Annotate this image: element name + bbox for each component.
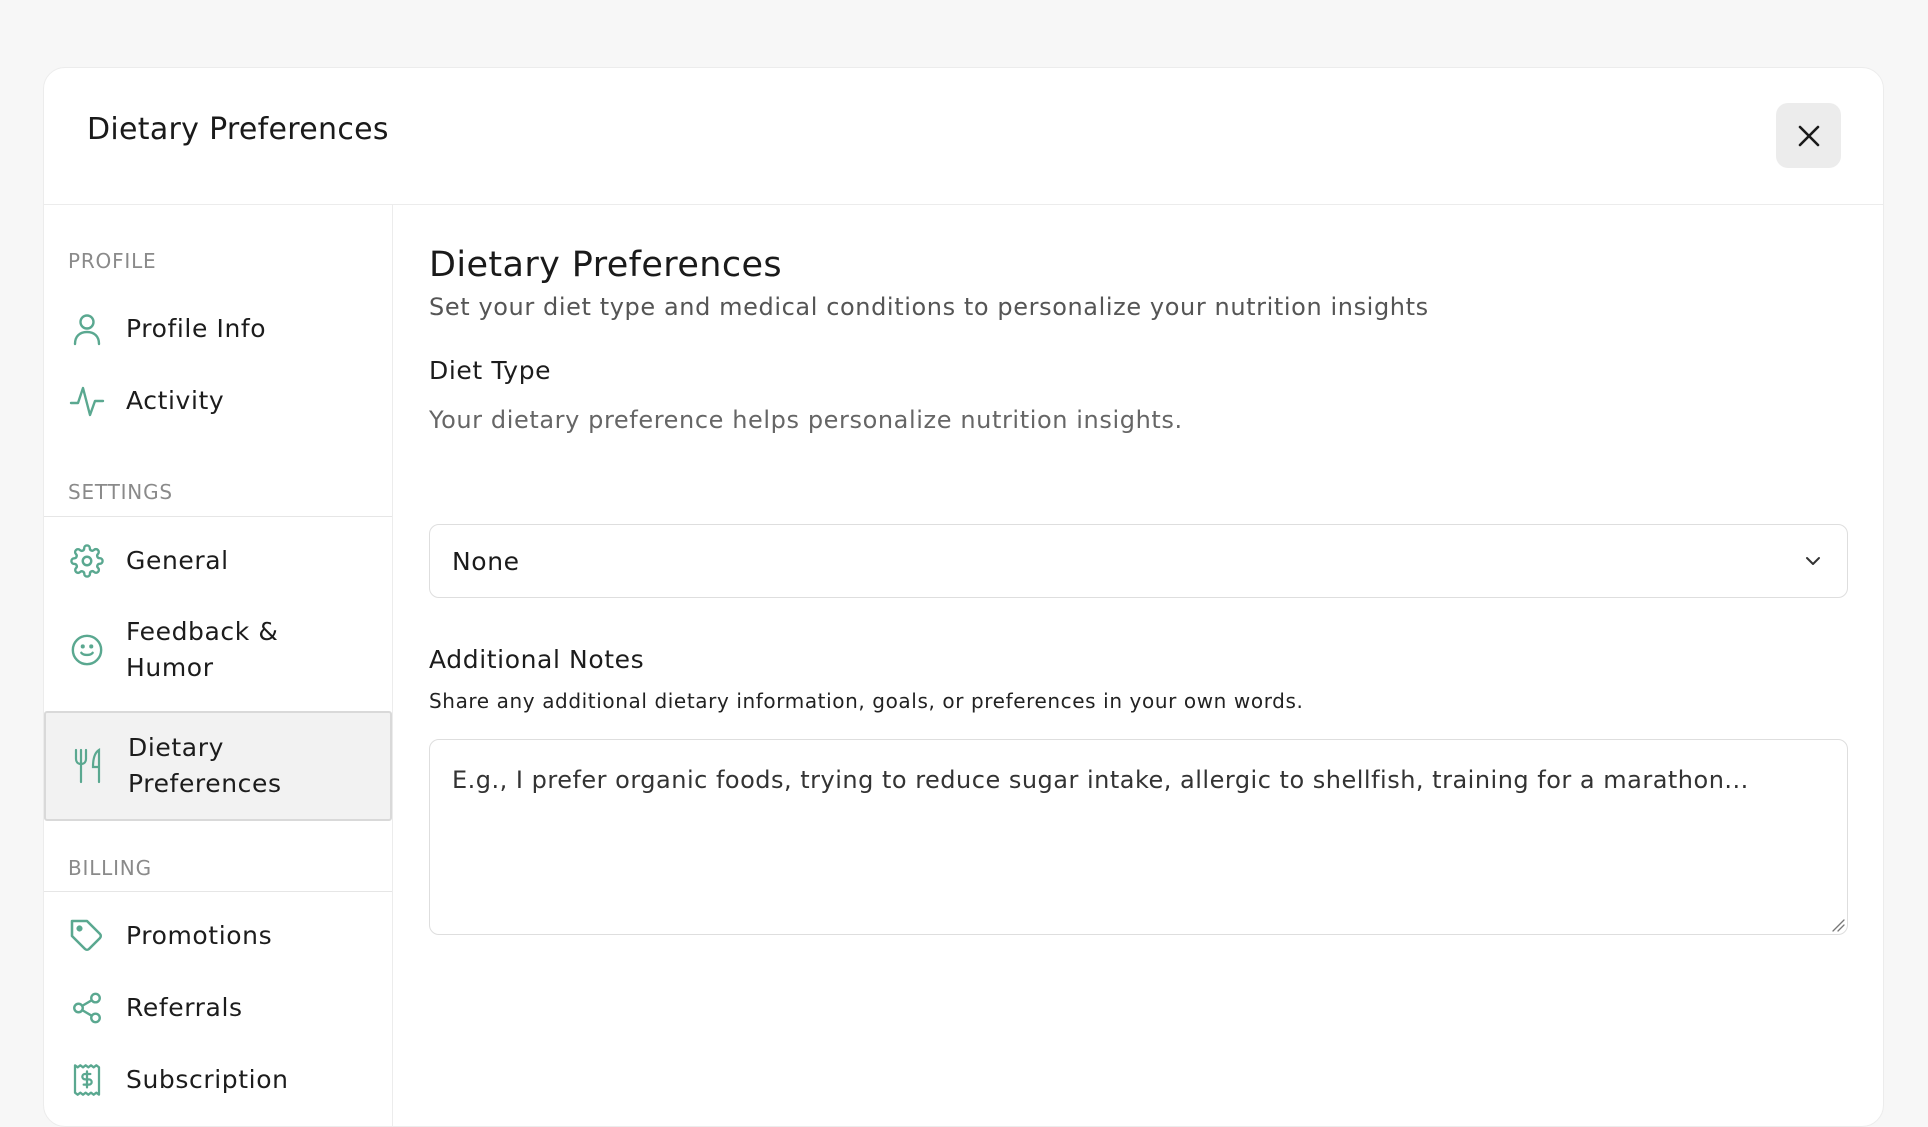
sidebar-item-profile-info[interactable]: Profile Info — [44, 303, 392, 355]
sidebar-divider — [44, 891, 392, 892]
receipt-dollar-icon — [69, 1062, 105, 1098]
sidebar-item-feedback-humor[interactable]: Feedback & Humor — [44, 605, 392, 695]
sidebar-item-label: Profile Info — [126, 314, 267, 343]
sidebar-item-general[interactable]: General — [44, 535, 392, 587]
sidebar-item-label: Dietary Preferences — [128, 733, 282, 798]
sidebar-group-profile-label: PROFILE — [68, 249, 157, 273]
content-panel: Dietary Preferences Set your diet type a… — [429, 205, 1848, 1126]
diet-type-help: Your dietary preference helps personaliz… — [429, 406, 1183, 434]
sidebar-group-settings-label: SETTINGS — [68, 480, 173, 504]
additional-notes-help: Share any additional dietary information… — [429, 689, 1304, 713]
additional-notes-textarea[interactable]: E.g., I prefer organic foods, trying to … — [429, 739, 1848, 935]
additional-notes-placeholder: E.g., I prefer organic foods, trying to … — [452, 766, 1749, 794]
sidebar-item-referrals[interactable]: Referrals — [44, 982, 392, 1034]
modal-title: Dietary Preferences — [87, 112, 389, 147]
sidebar-item-label: Feedback & Humor — [126, 617, 279, 682]
close-icon — [1798, 125, 1819, 146]
sidebar-item-activity[interactable]: Activity — [44, 375, 392, 427]
sidebar-item-label: Subscription — [126, 1065, 289, 1094]
sidebar-divider — [44, 516, 392, 517]
close-button[interactable] — [1776, 103, 1841, 168]
gear-icon — [69, 543, 105, 579]
diet-type-select[interactable]: None — [429, 524, 1848, 598]
page-title: Dietary Preferences — [429, 245, 783, 285]
user-icon — [69, 311, 105, 347]
modal-header: Dietary Preferences — [44, 68, 1883, 205]
diet-type-selected-value: None — [452, 546, 520, 576]
sidebar-item-promotions[interactable]: Promotions — [44, 910, 392, 962]
sidebar: PROFILE Profile Info Activity SETTINGS G… — [44, 205, 393, 1126]
sidebar-item-label: Referrals — [126, 993, 243, 1022]
resize-handle-icon[interactable] — [1831, 918, 1845, 932]
sidebar-item-label: Promotions — [126, 921, 273, 950]
sidebar-item-subscription[interactable]: Subscription — [44, 1054, 392, 1106]
activity-icon — [69, 383, 105, 419]
sidebar-item-dietary-preferences[interactable]: Dietary Preferences — [44, 711, 392, 821]
diet-type-label: Diet Type — [429, 356, 552, 385]
additional-notes-label: Additional Notes — [429, 645, 645, 674]
share-icon — [69, 990, 105, 1026]
chevron-down-icon — [1806, 557, 1820, 565]
smile-icon — [69, 632, 105, 668]
utensils-icon — [71, 748, 107, 784]
page-subtitle: Set your diet type and medical condition… — [429, 293, 1429, 321]
sidebar-group-billing-label: BILLING — [68, 856, 152, 880]
sidebar-item-label: General — [126, 546, 229, 575]
settings-modal: Dietary Preferences PROFILE Profile Info — [43, 67, 1884, 1127]
sidebar-item-label: Activity — [126, 386, 225, 415]
tag-icon — [69, 918, 105, 954]
